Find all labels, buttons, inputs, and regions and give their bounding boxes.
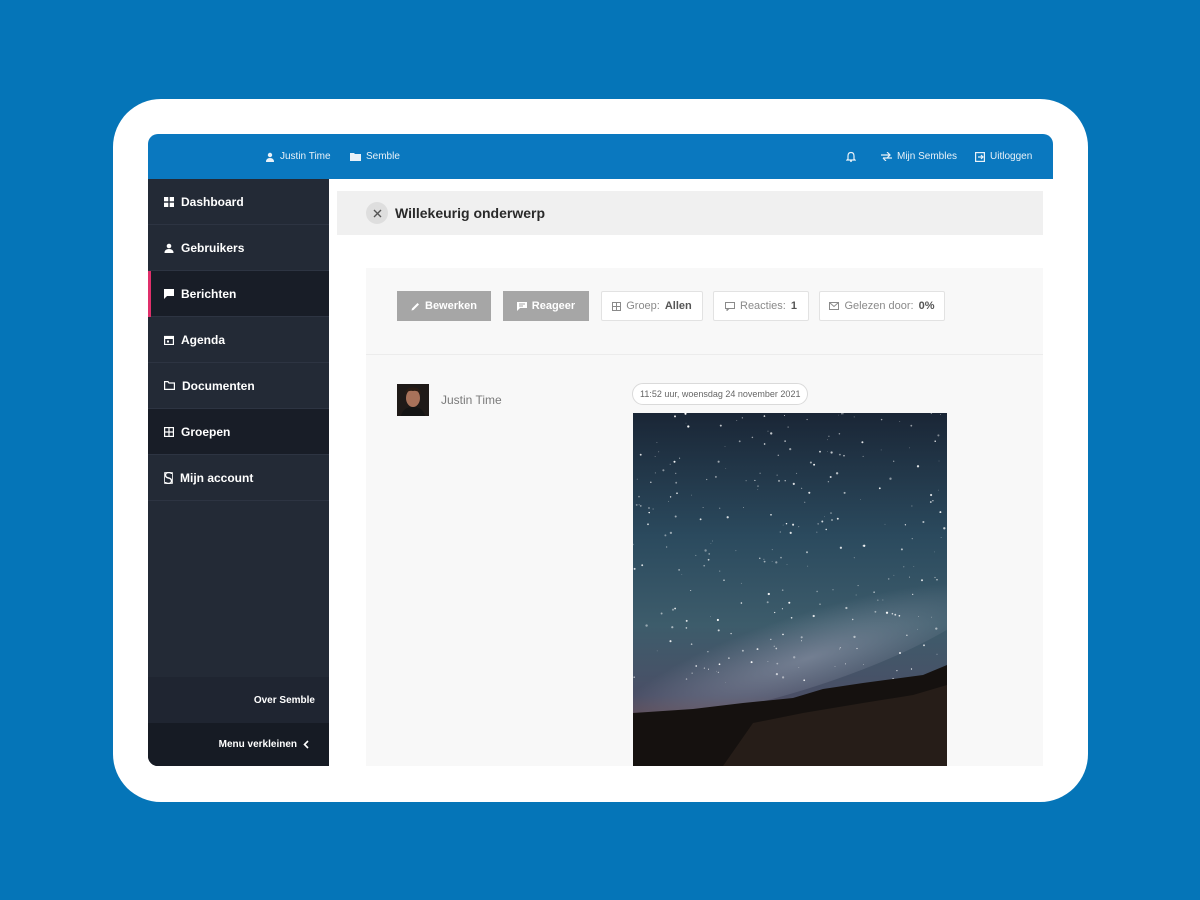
top-bar: Justin Time Semble Mijn Sembles Uitlogge… <box>148 134 1053 179</box>
sidebar-item-berichten[interactable]: Berichten <box>148 271 329 317</box>
logout-label: Uitloggen <box>990 151 1033 162</box>
divider <box>366 354 1043 355</box>
reactions-badge[interactable]: Reacties: 1 <box>713 291 809 321</box>
close-icon <box>373 209 381 217</box>
close-button[interactable] <box>366 202 388 224</box>
envelope-icon <box>829 302 840 310</box>
current-org-name: Semble <box>366 151 400 162</box>
sidebar-item-label: Agenda <box>181 332 226 347</box>
reactions-value: 1 <box>790 300 797 312</box>
dashboard-icon <box>164 196 174 207</box>
sidebar-item-label: Berichten <box>181 286 237 301</box>
account-icon <box>164 471 173 484</box>
sidebar-footer: Over Semble Menu verkleinen <box>148 677 329 766</box>
reply-button-label: Reageer <box>531 300 576 312</box>
sidebar-item-dashboard[interactable]: Dashboard <box>148 179 329 225</box>
user-icon <box>266 152 274 162</box>
avatar[interactable] <box>397 384 429 416</box>
sidebar-item-label: Dashboard <box>181 194 244 209</box>
message-icon <box>164 288 174 299</box>
reactions-prefix: Reacties: <box>740 300 786 312</box>
sidebar-item-mijn-account[interactable]: Mijn account <box>148 455 329 501</box>
sidebar-item-label: Mijn account <box>180 470 254 485</box>
user-icon <box>164 243 174 253</box>
comments-icon <box>725 301 735 311</box>
sidebar-item-documenten[interactable]: Documenten <box>148 363 329 409</box>
author-name: Justin Time <box>441 393 502 407</box>
attached-photo[interactable] <box>633 413 947 766</box>
notifications-button[interactable] <box>846 134 856 179</box>
calendar-icon <box>164 335 174 345</box>
current-user-name: Justin Time <box>280 151 331 162</box>
page-title: Willekeurig onderwerp <box>395 205 546 221</box>
sidebar-item-label: Documenten <box>182 378 255 393</box>
pencil-icon <box>411 302 419 310</box>
collapse-menu-label: Menu verkleinen <box>218 739 297 750</box>
sidebar-item-groepen[interactable]: Groepen <box>148 409 329 455</box>
folder-icon <box>164 381 175 390</box>
reply-icon <box>516 301 527 311</box>
switch-icon <box>881 152 892 161</box>
group-prefix: Groep: <box>626 300 660 312</box>
my-sembles-link[interactable]: Mijn Sembles <box>881 134 957 179</box>
my-sembles-label: Mijn Sembles <box>897 151 958 162</box>
sidebar-item-label: Groepen <box>181 424 231 439</box>
current-org[interactable]: Semble <box>350 134 400 179</box>
logout-icon <box>975 151 985 162</box>
chevron-left-icon <box>303 740 309 749</box>
app-screen: Justin Time Semble Mijn Sembles Uitlogge… <box>148 134 1053 766</box>
sidebar-item-agenda[interactable]: Agenda <box>148 317 329 363</box>
folder-icon <box>350 153 361 161</box>
read-by-prefix: Gelezen door: <box>844 300 914 312</box>
edit-button-label: Bewerken <box>425 300 477 312</box>
timestamp-badge: 11:52 uur, woensdag 24 november 2021 <box>632 383 809 405</box>
bell-icon <box>846 151 856 162</box>
sidebar-item-gebruikers[interactable]: Gebruikers <box>148 225 329 271</box>
message-header: Willekeurig onderwerp <box>337 191 1043 235</box>
logout-link[interactable]: Uitloggen <box>975 134 1032 179</box>
groups-icon <box>164 426 174 437</box>
group-badge[interactable]: Groep: Allen <box>601 291 703 321</box>
group-value: Allen <box>664 300 692 312</box>
about-link[interactable]: Over Semble <box>254 695 315 706</box>
read-by-value: 0% <box>918 300 935 312</box>
reply-button[interactable]: Reageer <box>503 291 589 321</box>
read-by-badge[interactable]: Gelezen door: 0% <box>819 291 945 321</box>
groups-icon <box>612 301 622 311</box>
sidebar: Dashboard Gebruikers Berichten Agenda Do… <box>148 179 329 766</box>
current-user[interactable]: Justin Time <box>265 134 331 179</box>
message-card: Bewerken Reageer Groep: Allen Reacties: 1 … <box>366 268 1043 766</box>
edit-button[interactable]: Bewerken <box>397 291 491 321</box>
sidebar-item-label: Gebruikers <box>181 240 245 255</box>
main-content: Willekeurig onderwerp Bewerken Reageer G… <box>329 179 1053 766</box>
collapse-menu-button[interactable]: Menu verkleinen <box>148 723 329 766</box>
